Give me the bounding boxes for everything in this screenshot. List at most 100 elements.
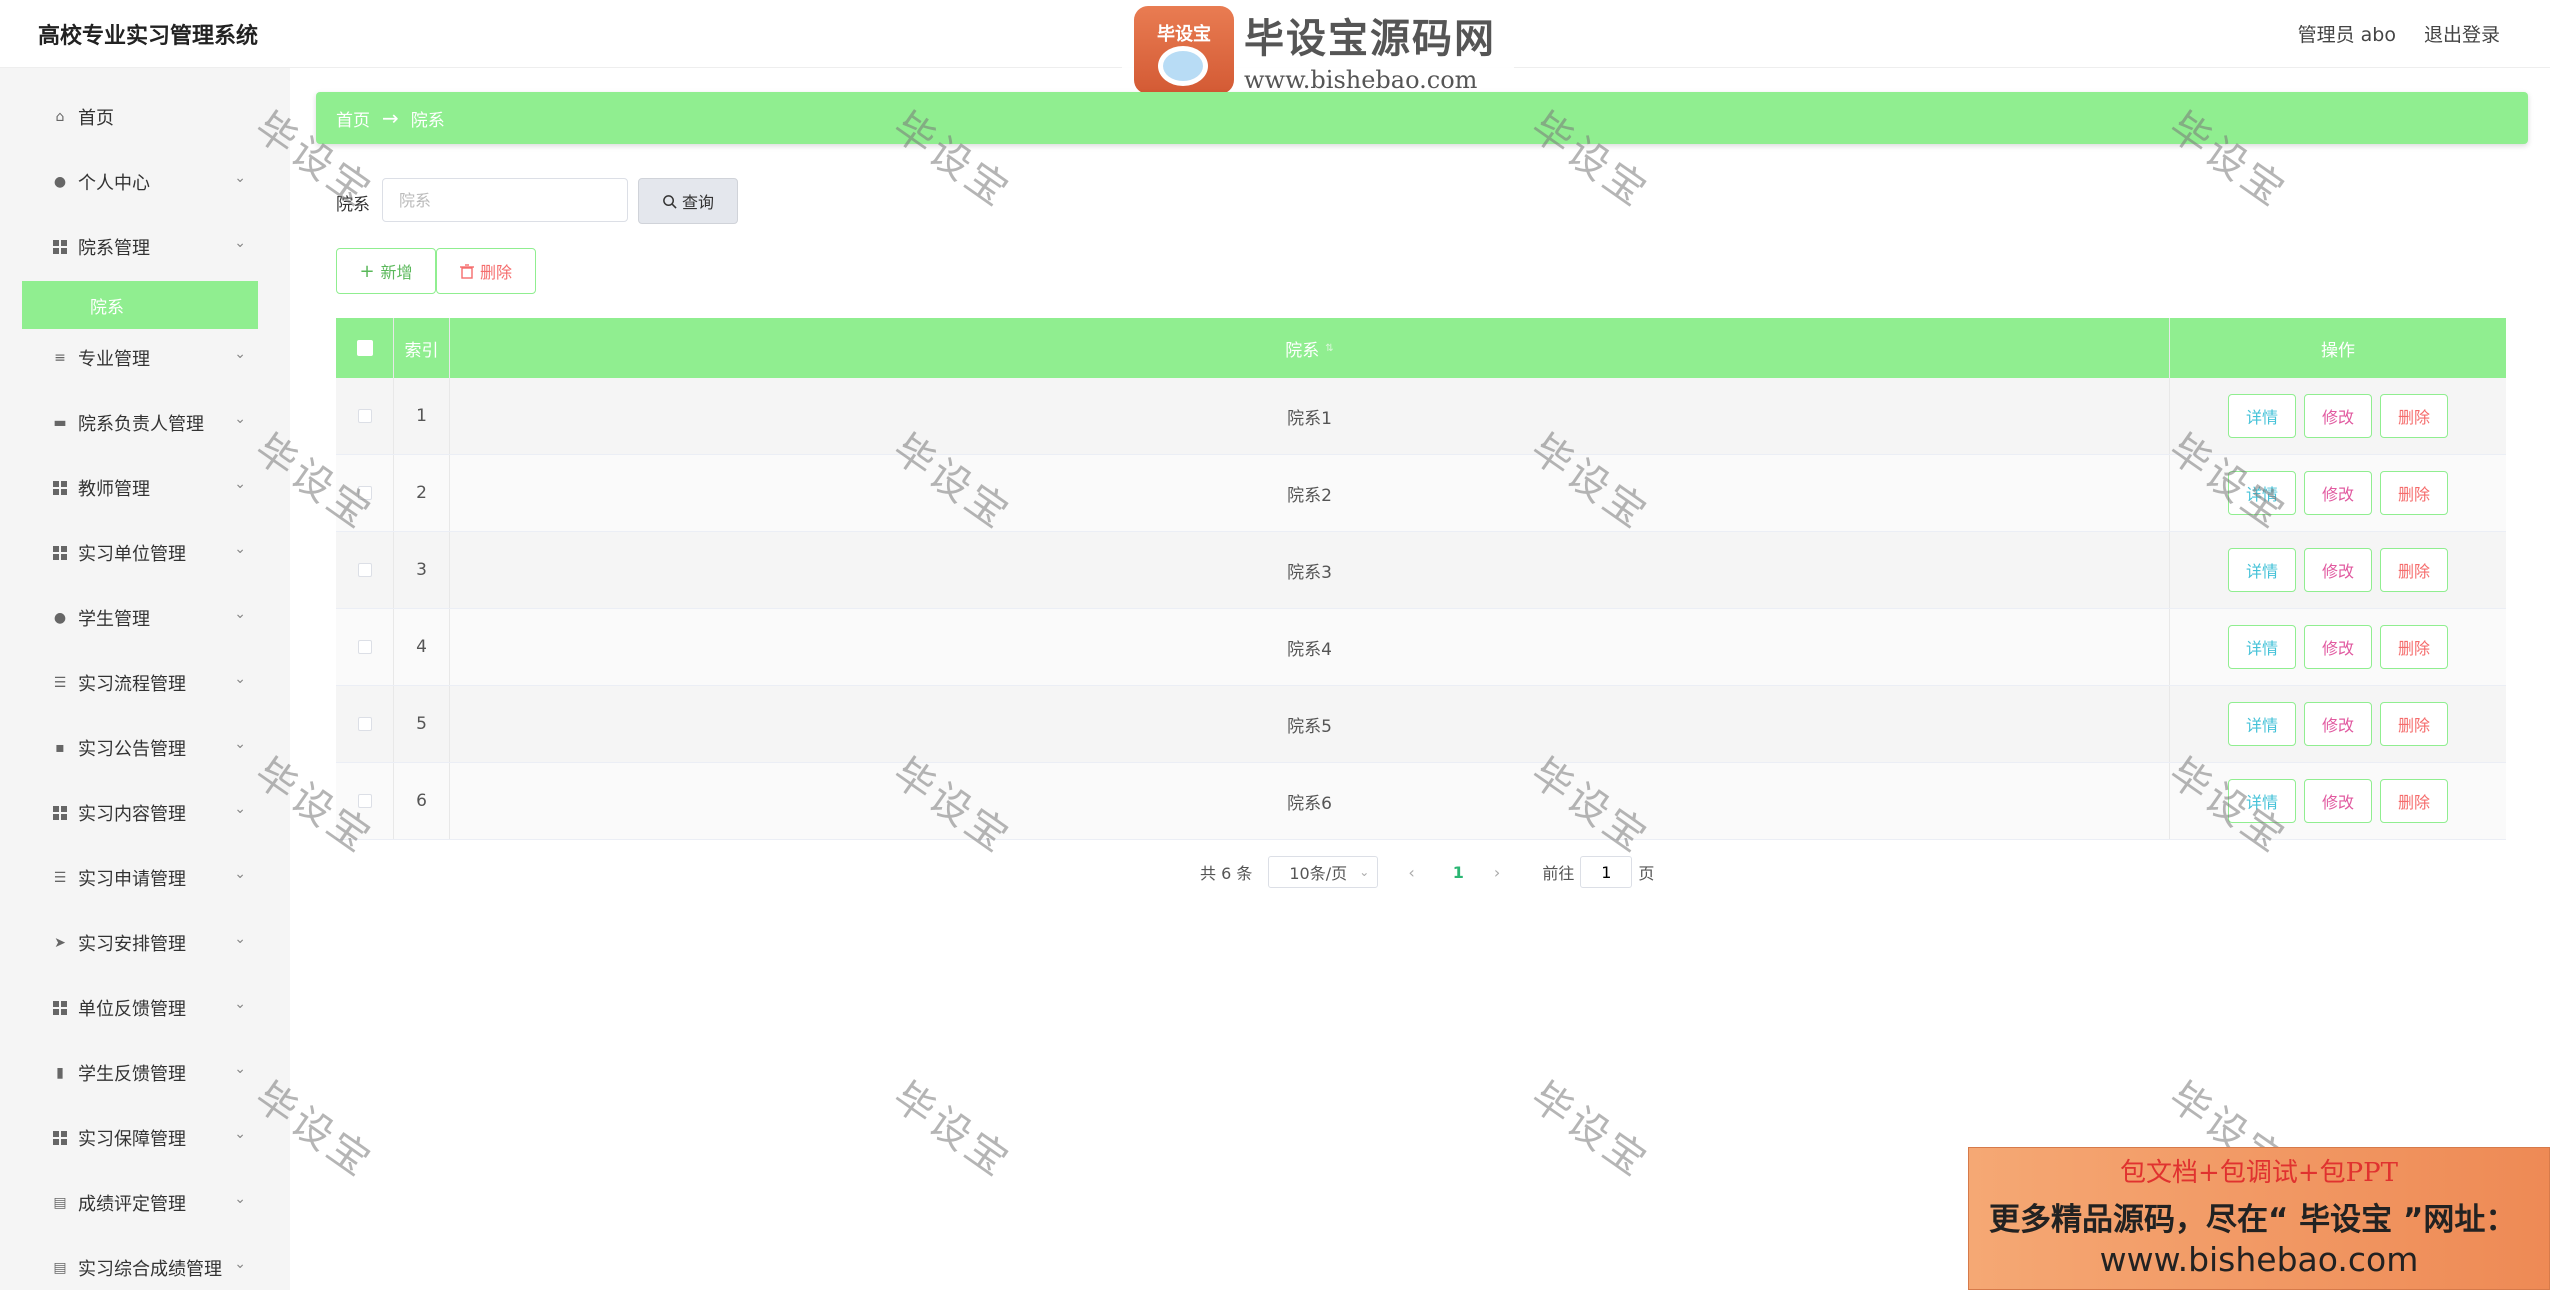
- pagination: 共 6 条 10条/页 ⌄ ‹ 1 › 前往 页: [1200, 856, 1654, 888]
- chevron-down-icon: ⌄: [234, 235, 246, 251]
- sidebar-item-2[interactable]: 院系管理 ⌄: [22, 222, 258, 272]
- sidebar-item-12[interactable]: ➤ 实习安排管理 ⌄: [22, 918, 258, 968]
- watermark-text: 毕设宝: [1522, 1073, 1657, 1187]
- user-label[interactable]: 管理员 abo: [2298, 20, 2396, 47]
- sidebar-item-13[interactable]: 单位反馈管理 ⌄: [22, 983, 258, 1033]
- chevron-down-icon: ⌄: [234, 736, 246, 752]
- chevron-down-icon: ⌄: [234, 671, 246, 687]
- plus-icon: +: [359, 260, 375, 282]
- row-checkbox[interactable]: [357, 486, 372, 500]
- table-row: 6 院系6 详情 修改 删除: [336, 763, 2506, 840]
- table-body: 1 院系1 详情 修改 删除 2 院系2 详情 修改 删除 3 院系3 详情 修改 删除 4 院系4 详情 修改 删除…: [336, 378, 2506, 840]
- sidebar-item-5[interactable]: 教师管理 ⌄: [22, 463, 258, 513]
- delete-button[interactable]: 删除: [2380, 779, 2448, 823]
- sidebar-subitem-department[interactable]: 院系: [22, 281, 258, 329]
- row-checkbox[interactable]: [357, 409, 372, 423]
- logout-button[interactable]: 退出登录: [2424, 20, 2500, 47]
- sidebar-item-17[interactable]: ▤ 实习综合成绩管理 ⌄: [22, 1243, 258, 1290]
- search-input[interactable]: [382, 178, 628, 222]
- sidebar-item-7[interactable]: ● 学生管理 ⌄: [22, 593, 258, 643]
- goto-page-input[interactable]: [1580, 856, 1633, 888]
- row-actions: 详情 修改 删除: [2170, 532, 2506, 608]
- sidebar-item-label: 成绩评定管理: [78, 1194, 186, 1215]
- sidebar-item-label: 院系管理: [78, 238, 150, 259]
- brand-url: www.bishebao.com: [1244, 66, 1478, 94]
- detail-button[interactable]: 详情: [2228, 779, 2296, 823]
- detail-button[interactable]: 详情: [2228, 625, 2296, 669]
- ad-line1: 包文档+包调试+包PPT: [2120, 1158, 2398, 1188]
- page-number[interactable]: 1: [1453, 863, 1464, 882]
- sidebar-item-10[interactable]: 实习内容管理 ⌄: [22, 788, 258, 838]
- edit-button[interactable]: 修改: [2304, 779, 2372, 823]
- delete-button[interactable]: 删除: [2380, 394, 2448, 438]
- delete-button[interactable]: 删除: [2380, 625, 2448, 669]
- sidebar-item-label: 实习申请管理: [78, 869, 186, 890]
- batch-delete-label: 删除: [479, 263, 512, 282]
- chevron-down-icon: ⌄: [234, 801, 246, 817]
- detail-button[interactable]: 详情: [2228, 702, 2296, 746]
- edit-button[interactable]: 修改: [2304, 394, 2372, 438]
- list-icon: ☰: [53, 870, 67, 886]
- sidebar-item-11[interactable]: ☰ 实习申请管理 ⌄: [22, 853, 258, 903]
- sidebar-item-label: 教师管理: [78, 479, 150, 500]
- sidebar-item-label: 专业管理: [78, 349, 150, 370]
- sidebar-item-label: 单位反馈管理: [78, 999, 186, 1020]
- page-size-select[interactable]: 10条/页 ⌄: [1268, 856, 1379, 888]
- breadcrumb-home[interactable]: 首页: [336, 106, 370, 131]
- delete-button[interactable]: 删除: [2380, 548, 2448, 592]
- edit-button[interactable]: 修改: [2304, 625, 2372, 669]
- sidebar-item-1[interactable]: ● 个人中心 ⌄: [22, 157, 258, 207]
- goto-suffix: 页: [1638, 864, 1655, 883]
- grid-icon: [52, 545, 68, 561]
- chevron-down-icon: ⌄: [234, 411, 246, 427]
- chevron-down-icon: ⌄: [234, 931, 246, 947]
- breadcrumb-current: 院系: [410, 110, 445, 131]
- sidebar-item-6[interactable]: 实习单位管理 ⌄: [22, 528, 258, 578]
- table-row: 1 院系1 详情 修改 删除: [336, 378, 2506, 455]
- detail-button[interactable]: 详情: [2228, 394, 2296, 438]
- row-checkbox[interactable]: [357, 717, 372, 731]
- delete-button[interactable]: 删除: [2380, 471, 2448, 515]
- user-icon: ●: [53, 174, 67, 190]
- detail-button[interactable]: 详情: [2228, 548, 2296, 592]
- brand-watermark: 毕设宝 毕设宝源码网 www.bishebao.com: [1122, 0, 1514, 100]
- goto-prefix: 前往: [1542, 864, 1575, 883]
- sidebar-item-3[interactable]: ≡ 专业管理 ⌄: [22, 333, 258, 383]
- row-actions: 详情 修改 删除: [2170, 378, 2506, 454]
- detail-button[interactable]: 详情: [2228, 471, 2296, 515]
- header-name[interactable]: 院系 ⇅: [450, 318, 2170, 378]
- sidebar-item-9[interactable]: ▪ 实习公告管理 ⌄: [22, 723, 258, 773]
- app-title: 高校专业实习管理系统: [38, 24, 259, 49]
- search-button-label: 查询: [681, 193, 714, 212]
- chevron-down-icon: ⌄: [234, 476, 246, 492]
- edit-button[interactable]: 修改: [2304, 702, 2372, 746]
- row-checkbox[interactable]: [357, 563, 372, 577]
- edit-button[interactable]: 修改: [2304, 548, 2372, 592]
- next-page-button[interactable]: ›: [1494, 863, 1500, 882]
- sidebar-item-0[interactable]: ⌂ 首页: [22, 92, 258, 142]
- batch-delete-button[interactable]: 删除: [436, 248, 536, 294]
- sidebar-item-8[interactable]: ☰ 实习流程管理 ⌄: [22, 658, 258, 708]
- row-name: 院系4: [450, 609, 2170, 685]
- chevron-down-icon: ⌄: [234, 606, 246, 622]
- prev-page-button[interactable]: ‹: [1408, 863, 1414, 882]
- add-button[interactable]: + 新增: [336, 248, 436, 294]
- sidebar-item-label: 实习流程管理: [78, 674, 186, 695]
- sidebar-item-4[interactable]: ▬ 院系负责人管理 ⌄: [22, 398, 258, 448]
- sidebar-item-label: 学生反馈管理: [78, 1064, 186, 1085]
- row-index: 5: [394, 686, 450, 762]
- sidebar-item-16[interactable]: ▤ 成绩评定管理 ⌄: [22, 1178, 258, 1228]
- edit-button[interactable]: 修改: [2304, 471, 2372, 515]
- bar-chart-icon: ▮: [56, 1065, 64, 1081]
- search-button[interactable]: 查询: [638, 178, 738, 224]
- select-all-checkbox[interactable]: [356, 340, 373, 356]
- delete-button[interactable]: 删除: [2380, 702, 2448, 746]
- department-table: 索引 院系 ⇅ 操作 1 院系1 详情 修改 删除 2 院系2 详情 修改 删除 3 院系3 详情 修改删…: [336, 318, 2506, 840]
- ad-line2: 更多精品源码，尽在“ 毕设宝 ”网址：: [1989, 1202, 2517, 1238]
- row-checkbox[interactable]: [357, 794, 372, 808]
- header-index: 索引: [394, 318, 450, 378]
- sidebar-item-15[interactable]: 实习保障管理 ⌄: [22, 1113, 258, 1163]
- sidebar-item-14[interactable]: ▮ 学生反馈管理 ⌄: [22, 1048, 258, 1098]
- row-checkbox[interactable]: [357, 640, 372, 654]
- table-row: 3 院系3 详情 修改 删除: [336, 532, 2506, 609]
